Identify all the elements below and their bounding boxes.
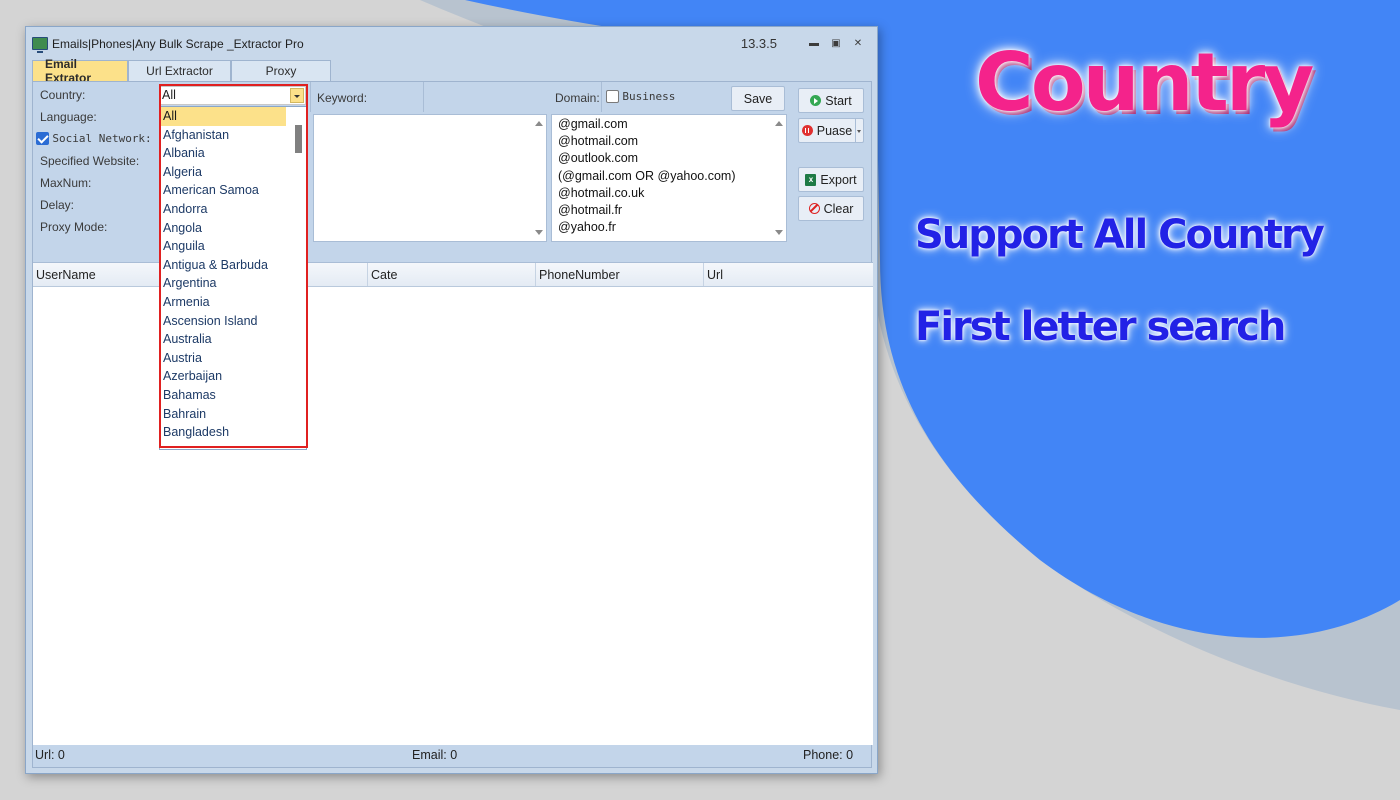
country-option[interactable]: All (160, 107, 286, 126)
country-option[interactable]: American Samoa (160, 181, 306, 200)
maxnum-label: MaxNum: (40, 176, 92, 190)
export-button-label: Export (820, 172, 857, 187)
country-option[interactable]: Algeria (160, 163, 306, 182)
language-label: Language: (40, 110, 97, 124)
close-icon[interactable]: ✕ (847, 38, 869, 49)
excel-icon: x (805, 173, 817, 186)
domain-list-input[interactable]: @gmail.com @hotmail.com @outlook.com (@g… (551, 114, 787, 242)
keyword-scrollbar[interactable] (532, 115, 546, 241)
tab-email-extractor[interactable]: Email Extrator (32, 57, 128, 85)
scrollbar-thumb[interactable] (295, 125, 302, 153)
country-select-value: All (162, 88, 176, 102)
column-cate[interactable]: Cate (368, 263, 536, 286)
country-option[interactable]: Australia (160, 330, 306, 349)
domain-list: @gmail.com @hotmail.com @outlook.com (@g… (552, 115, 786, 236)
social-network-checkbox[interactable] (36, 132, 49, 146)
country-option[interactable]: Andorra (160, 200, 306, 219)
clear-button-label: Clear (823, 201, 854, 216)
domain-item: @outlook.com (558, 151, 639, 166)
keyword-label: Keyword: (317, 91, 368, 105)
social-network-label: Social Network: (52, 132, 152, 145)
tab-proxy[interactable]: Proxy (231, 60, 331, 81)
specified-website-label: Specified Website: (40, 154, 140, 168)
minimize-icon[interactable]: ▬ (803, 38, 825, 49)
title-bar: Emails|Phones|Any Bulk Scrape _Extractor… (26, 27, 877, 60)
social-network-row: Social Network: (36, 131, 152, 146)
clear-icon (808, 203, 820, 214)
version-label: 13.3.5 (740, 36, 777, 51)
domain-scrollbar[interactable] (772, 115, 786, 241)
column-url[interactable]: Url (704, 263, 873, 286)
country-option[interactable]: Afghanistan (160, 126, 306, 145)
delay-label: Delay: (40, 198, 75, 212)
country-option[interactable]: Argentina (160, 274, 306, 293)
divider (310, 82, 311, 112)
domain-item: @yahoo.fr (558, 220, 616, 235)
business-checkbox[interactable] (606, 90, 619, 104)
maximize-icon[interactable]: ▣ (825, 38, 847, 49)
divider (601, 82, 602, 112)
chevron-down-icon[interactable] (290, 88, 304, 103)
country-select[interactable]: All (159, 86, 306, 105)
pause-button-label: Puase (816, 123, 853, 138)
email-count: Email: 0 (412, 748, 458, 762)
domain-label: Domain: (555, 91, 600, 105)
promo-title: Country (975, 36, 1314, 129)
domain-item: (@gmail.com OR @yahoo.com) (558, 168, 736, 183)
play-icon (810, 95, 822, 106)
phone-count: Phone: 0 (803, 748, 854, 762)
country-option[interactable]: Anguila (160, 237, 306, 256)
domain-item: @gmail.com (558, 117, 628, 131)
status-bar: Url: 0 Email: 0 Phone: 0 (33, 743, 873, 767)
country-option[interactable]: Armenia (160, 293, 306, 312)
dropdown-scrollbar[interactable] (288, 107, 306, 449)
country-option[interactable]: Albania (160, 144, 306, 163)
clear-button[interactable]: Clear (798, 196, 864, 221)
save-button-label: Save (743, 91, 773, 106)
domain-item: @hotmail.fr (558, 203, 623, 218)
save-button[interactable]: Save (731, 86, 785, 111)
start-button-label: Start (825, 93, 852, 108)
column-phonenumber[interactable]: PhoneNumber (536, 263, 704, 286)
start-button[interactable]: Start (798, 88, 864, 113)
country-label: Country: (40, 88, 86, 102)
keyword-input[interactable] (313, 114, 547, 242)
scroll-up-icon[interactable] (535, 121, 543, 126)
tab-url-extractor[interactable]: Url Extractor (128, 60, 231, 81)
url-count: Url: 0 (35, 748, 65, 762)
country-dropdown-list[interactable]: All Afghanistan Albania Algeria American… (159, 106, 307, 450)
country-option[interactable]: Angola (160, 219, 306, 238)
promo-line-search: First letter search (915, 304, 1286, 350)
proxy-mode-label: Proxy Mode: (40, 220, 108, 234)
country-option[interactable]: Ascension Island (160, 312, 306, 331)
business-label: Business (622, 90, 676, 103)
domain-item: @hotmail.com (558, 134, 639, 149)
export-button[interactable]: x Export (798, 167, 864, 192)
monitor-icon (32, 37, 48, 53)
country-option[interactable]: Azerbaijan (160, 367, 306, 386)
app-window: Emails|Phones|Any Bulk Scrape _Extractor… (25, 26, 878, 774)
promo-line-support: Support All Country (915, 212, 1325, 258)
scroll-up-icon[interactable] (775, 121, 783, 126)
scroll-down-icon[interactable] (535, 230, 543, 235)
scroll-down-icon[interactable] (775, 230, 783, 235)
window-title: Emails|Phones|Any Bulk Scrape _Extractor… (52, 36, 304, 51)
chevron-down-icon[interactable] (855, 119, 863, 142)
country-option[interactable]: Austria (160, 349, 306, 368)
pause-icon (801, 125, 813, 136)
domain-item: @hotmail.co.uk (558, 185, 645, 200)
country-option[interactable]: Bangladesh (160, 423, 306, 442)
country-option[interactable]: Antigua & Barbuda (160, 256, 306, 275)
tab-bar: Email Extrator Url Extractor Proxy (26, 57, 877, 85)
business-row: Business (606, 89, 676, 104)
column-username[interactable]: UserName (33, 263, 162, 286)
divider (423, 82, 424, 112)
pause-button[interactable]: Puase (798, 118, 864, 143)
country-option[interactable]: Bahamas (160, 386, 306, 405)
country-option[interactable]: Bahrain (160, 405, 306, 424)
email-extractor-panel: Country: Language: Social Network: Speci… (32, 81, 873, 768)
